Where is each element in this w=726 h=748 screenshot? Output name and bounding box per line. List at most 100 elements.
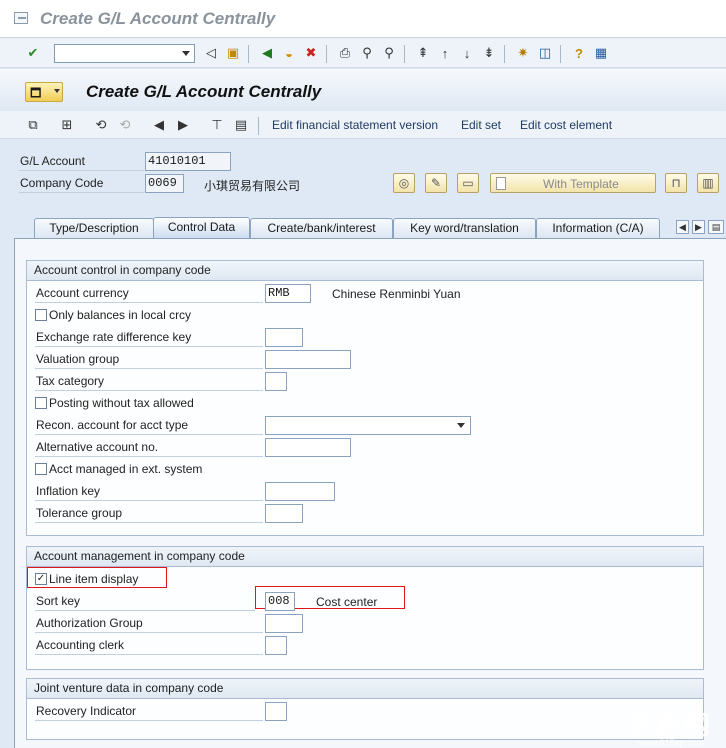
- first-page-icon[interactable]: ⇞: [414, 44, 432, 62]
- chevron-down-icon[interactable]: [182, 51, 190, 56]
- refresh-icon[interactable]: ⟲: [116, 116, 134, 134]
- authorization-group-field[interactable]: [265, 614, 303, 633]
- toolbar-separator: [326, 45, 327, 63]
- template-document-icon: [496, 177, 506, 190]
- tab-control-data[interactable]: Control Data: [153, 217, 250, 239]
- page-title: Create G/L Account Centrally: [86, 82, 322, 101]
- find-next-icon[interactable]: ⚲: [380, 44, 398, 62]
- recovery-indicator-label: Recovery Indicator: [35, 701, 263, 721]
- group-title: Joint venture data in company code: [27, 679, 703, 699]
- recon-account-dropdown[interactable]: [265, 416, 471, 435]
- tab-scroll-right-icon[interactable]: ▶: [692, 220, 705, 234]
- shortcut-icon[interactable]: ◫: [536, 44, 554, 62]
- alternative-account-field[interactable]: [265, 438, 351, 457]
- accounting-clerk-field[interactable]: [265, 636, 287, 655]
- command-field[interactable]: [54, 44, 195, 63]
- inflation-key-label: Inflation key: [35, 481, 263, 501]
- other-account-icon[interactable]: ⧉: [24, 116, 42, 134]
- toolbar-separator: [404, 45, 405, 63]
- find-icon[interactable]: ⚲: [358, 44, 376, 62]
- sort-key-description: Cost center: [316, 595, 378, 609]
- print-icon[interactable]: ⎙: [336, 44, 354, 62]
- posting-without-tax-label: Posting without tax allowed: [49, 396, 194, 410]
- previous-icon[interactable]: ◀: [150, 116, 168, 134]
- recovery-indicator-field[interactable]: [265, 702, 287, 721]
- cancel-icon[interactable]: ✖: [302, 44, 320, 62]
- delete-trash-icon[interactable]: ▥: [697, 173, 719, 193]
- gl-account-field[interactable]: 41010101: [145, 152, 231, 171]
- back-arrow-small-icon[interactable]: ◁: [202, 44, 220, 62]
- group-title: Account control in company code: [27, 261, 703, 281]
- inflation-key-field[interactable]: [265, 482, 335, 501]
- line-item-display-checkbox[interactable]: ✓: [35, 573, 47, 585]
- tolerance-group-field[interactable]: [265, 504, 303, 523]
- next-page-icon[interactable]: ↓: [458, 44, 476, 62]
- tab-keyword-translation[interactable]: Key word/translation: [393, 218, 536, 238]
- last-page-icon[interactable]: ⇟: [480, 44, 498, 62]
- valuation-group-label: Valuation group: [35, 349, 263, 369]
- gl-account-label: G/L Account: [19, 151, 144, 171]
- next-icon[interactable]: ▶: [174, 116, 192, 134]
- back-icon[interactable]: ◀: [258, 44, 276, 62]
- tab-information-ca[interactable]: Information (C/A): [536, 218, 660, 238]
- create-session-icon[interactable]: ✷: [514, 44, 532, 62]
- sort-key-field[interactable]: 008: [265, 592, 295, 611]
- only-balances-label: Only balances in local crcy: [49, 308, 192, 322]
- sort-key-label: Sort key: [35, 591, 255, 611]
- exchange-rate-key-field[interactable]: [265, 328, 303, 347]
- document-icon[interactable]: ▤: [232, 116, 250, 134]
- company-code-label: Company Code: [19, 173, 144, 193]
- help-icon[interactable]: ?: [570, 44, 588, 62]
- acct-managed-ext-label: Acct managed in ext. system: [49, 462, 203, 476]
- recon-account-label: Recon. account for acct type: [35, 415, 263, 435]
- authorization-group-label: Authorization Group: [35, 613, 263, 633]
- toolbar-separator: [560, 45, 561, 63]
- hierarchy-icon[interactable]: ⊞: [58, 116, 76, 134]
- with-template-button[interactable]: With Template: [490, 173, 656, 193]
- line-item-display-label: Line item display: [49, 572, 139, 586]
- enter-checkmark-icon[interactable]: ✔: [24, 44, 42, 62]
- sap-menu-button[interactable]: 🗖: [25, 82, 63, 102]
- tolerance-group-label: Tolerance group: [35, 503, 263, 523]
- tax-category-field[interactable]: [265, 372, 287, 391]
- edit-set-button[interactable]: Edit set: [461, 118, 501, 132]
- watermark-url: www.915ap.com: [637, 738, 704, 748]
- accounting-clerk-label: Accounting clerk: [35, 635, 263, 655]
- create-document-icon[interactable]: ▭: [457, 173, 479, 193]
- posting-without-tax-checkbox[interactable]: [35, 397, 47, 409]
- alternative-account-label: Alternative account no.: [35, 437, 263, 457]
- acct-managed-ext-checkbox[interactable]: [35, 463, 47, 475]
- valuation-group-field[interactable]: [265, 350, 351, 369]
- company-name-text: 小琪贸易有限公司: [204, 179, 301, 193]
- tab-create-bank-interest[interactable]: Create/bank/interest: [250, 218, 393, 238]
- tax-category-label: Tax category: [35, 371, 263, 391]
- window-menu-icon[interactable]: [14, 12, 28, 24]
- toolbar-separator: [248, 45, 249, 63]
- previous-page-icon[interactable]: ↑: [436, 44, 454, 62]
- edit-pencil-icon[interactable]: ✎: [425, 173, 447, 193]
- edit-fs-version-button[interactable]: Edit financial statement version: [272, 118, 438, 132]
- watermark-logo: 赛跑网: [627, 711, 712, 741]
- display-change-icon[interactable]: ⟲: [92, 116, 110, 134]
- exchange-rate-key-label: Exchange rate difference key: [35, 327, 263, 347]
- edit-cost-element-button[interactable]: Edit cost element: [520, 118, 612, 132]
- company-code-field[interactable]: 0069: [145, 174, 184, 193]
- display-glasses-icon[interactable]: ◎: [393, 173, 415, 193]
- exit-icon[interactable]: ◒: [280, 44, 298, 62]
- account-currency-label: Account currency: [35, 283, 263, 303]
- currency-description: Chinese Renminbi Yuan: [332, 287, 461, 301]
- save-icon[interactable]: ▣: [224, 44, 242, 62]
- only-balances-checkbox[interactable]: [35, 309, 47, 321]
- chevron-down-icon[interactable]: [457, 423, 465, 428]
- toolbar-separator: [504, 45, 505, 63]
- tab-type-description[interactable]: Type/Description: [34, 218, 154, 238]
- print-preview-icon[interactable]: ⊤: [208, 116, 226, 134]
- toolbar-separator: [258, 117, 259, 135]
- account-currency-field[interactable]: RMB: [265, 284, 311, 303]
- chevron-down-icon: [54, 89, 60, 93]
- tab-list-icon[interactable]: ▤: [708, 220, 724, 234]
- lock-icon[interactable]: ⊓: [665, 173, 687, 193]
- window-title: Create G/L Account Centrally: [40, 9, 276, 28]
- layout-menu-icon[interactable]: ▦: [592, 44, 610, 62]
- tab-scroll-left-icon[interactable]: ◀: [676, 220, 689, 234]
